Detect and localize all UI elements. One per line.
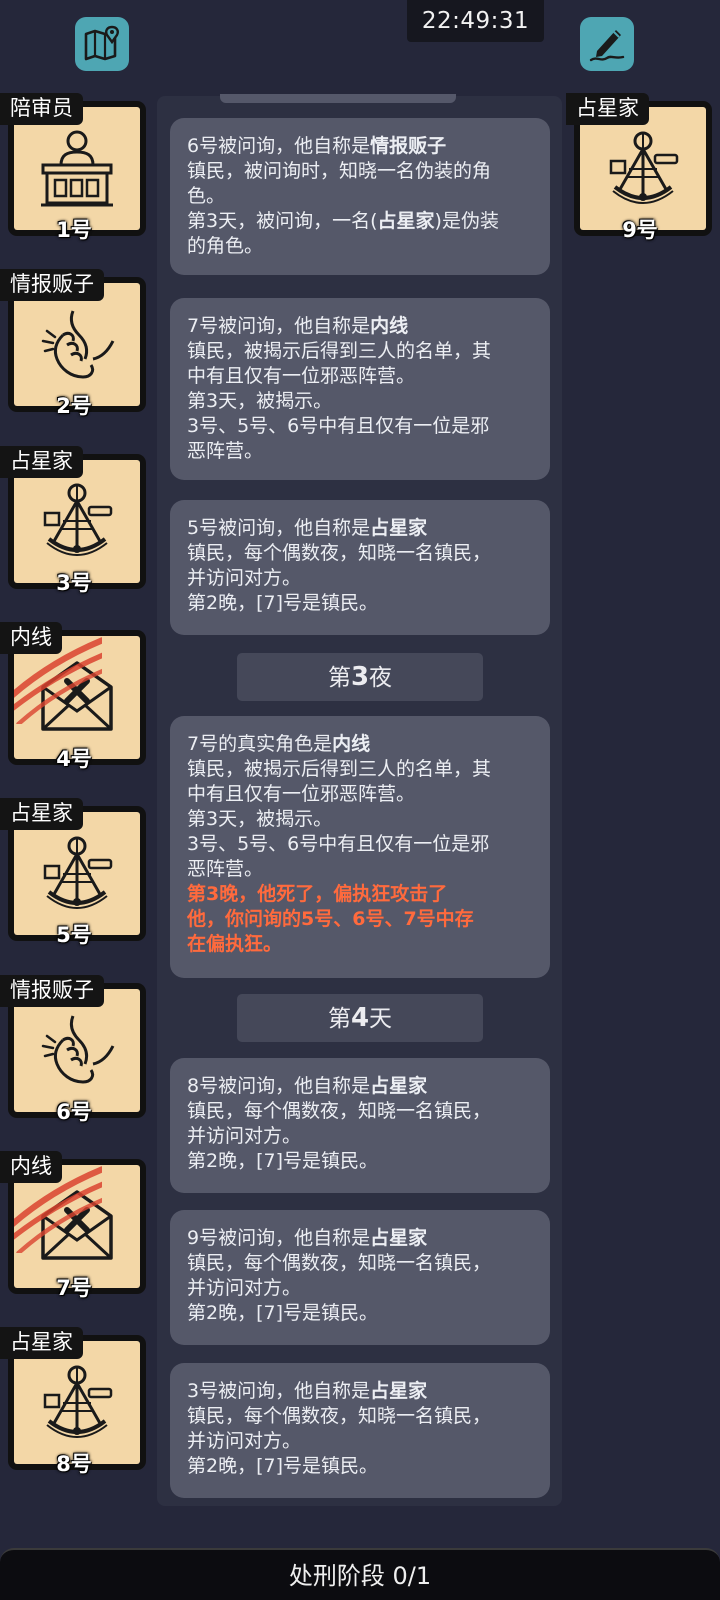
player-number: 8号 xyxy=(56,1452,92,1477)
player-role-label: 占星家 xyxy=(0,1327,83,1360)
juror-podium-icon xyxy=(14,107,140,230)
notes-button[interactable] xyxy=(580,17,634,71)
player-number: 2号 xyxy=(56,394,92,419)
map-button[interactable] xyxy=(75,17,129,71)
player-token[interactable]: 占星家 5号 xyxy=(0,798,146,947)
whisper-icon xyxy=(14,283,140,407)
player-token[interactable]: 占星家 8号 xyxy=(0,1327,146,1476)
player-token[interactable]: 情报贩子 6号 xyxy=(0,974,146,1124)
log-message: 6号被问询，他自称是情报贩子 镇民，被问询时，知晓一名伪装的角 色。 第3天，被… xyxy=(170,118,550,275)
log-message: 5号被问询，他自称是占星家 镇民，每个偶数夜，知晓一名镇民， 并访问对方。 第2… xyxy=(170,500,550,635)
player-token[interactable]: 内线 4号 xyxy=(0,621,146,771)
log-scroll-cap xyxy=(220,94,456,103)
player-role-label: 情报贩子 xyxy=(0,974,104,1007)
player-number: 3号 xyxy=(56,570,92,595)
player-token[interactable]: 占星家 9号 xyxy=(566,93,712,242)
envelope-icon xyxy=(14,635,140,759)
player-number: 4号 xyxy=(56,746,92,771)
player-role-label: 占星家 xyxy=(566,93,649,125)
player-number: 6号 xyxy=(56,1099,92,1124)
log-message: 3号被问询，他自称是占星家 镇民，每个偶数夜，知晓一名镇民， 并访问对方。 第2… xyxy=(170,1363,550,1498)
log-message: 7号被问询，他自称是内线 镇民，被揭示后得到三人的名单，其 中有且仅有一位邪恶阵… xyxy=(170,298,550,480)
sextant-icon xyxy=(14,812,140,936)
execution-phase-bar[interactable]: 处刑阶段 0/1 xyxy=(0,1548,720,1600)
player-role-label: 内线 xyxy=(0,621,62,654)
death-notice: 在偏执狂。 xyxy=(187,933,283,955)
whisper-icon xyxy=(14,988,140,1112)
death-notice: 第3晚，他死了，偏执狂攻击了 xyxy=(187,883,448,905)
player-role-label: 陪审员 xyxy=(0,93,83,125)
player-token[interactable]: 情报贩子 2号 xyxy=(0,269,146,418)
player-role-label: 情报贩子 xyxy=(0,269,104,302)
log-message: 8号被问询，他自称是占星家 镇民，每个偶数夜，知晓一名镇民， 并访问对方。 第2… xyxy=(170,1058,550,1193)
log-message: 9号被问询，他自称是占星家 镇民，每个偶数夜，知晓一名镇民， 并访问对方。 第2… xyxy=(170,1210,550,1345)
sextant-icon xyxy=(580,107,706,230)
player-number: 7号 xyxy=(56,1275,92,1300)
death-notice: 他，你问询的5号、6号、7号中存 xyxy=(187,908,474,930)
player-role-label: 占星家 xyxy=(0,445,83,478)
player-token[interactable]: 内线 7号 xyxy=(0,1150,146,1300)
map-icon xyxy=(84,25,119,61)
sextant-icon xyxy=(14,459,140,583)
player-token[interactable]: 陪审员 1号 xyxy=(0,93,146,242)
phase-divider: 第3夜 xyxy=(237,653,483,701)
player-number: 5号 xyxy=(56,923,92,948)
phase-divider: 第4天 xyxy=(237,994,483,1042)
log-message: 7号的真实角色是内线 镇民，被揭示后得到三人的名单，其 中有且仅有一位邪恶阵营。… xyxy=(170,716,550,978)
envelope-icon xyxy=(14,1164,140,1288)
player-number: 9号 xyxy=(622,218,658,242)
sextant-icon xyxy=(14,1341,140,1465)
player-number: 1号 xyxy=(56,218,92,242)
player-role-label: 占星家 xyxy=(0,798,83,831)
notes-pen-icon xyxy=(589,30,625,62)
game-clock: 22:49:31 xyxy=(407,0,544,42)
player-token[interactable]: 占星家 3号 xyxy=(0,445,146,595)
player-role-label: 内线 xyxy=(0,1150,62,1183)
